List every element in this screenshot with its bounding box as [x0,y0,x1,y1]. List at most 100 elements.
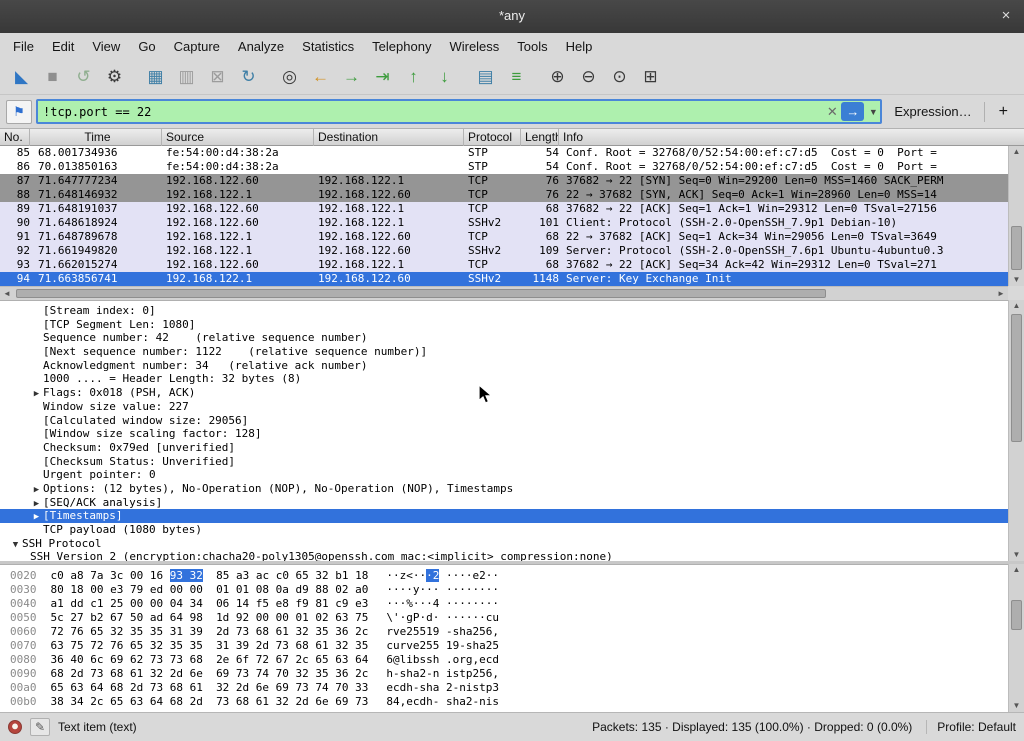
column-header-no[interactable]: No. [0,129,30,146]
scroll-left-icon[interactable]: ◄ [0,287,14,301]
hex-row-0030[interactable]: 003080 18 00 e3 79 ed 00 00 01 01 08 0a … [0,583,1008,597]
packet-list-scrollbar[interactable]: ▲ ▼ [1008,146,1024,286]
go-first-packet-button[interactable]: ↑ [398,63,429,91]
packet-row-90[interactable]: 9071.648618924192.168.122.60192.168.122.… [0,216,1008,230]
detail-line-0[interactable]: [Stream index: 0] [0,304,1008,318]
start-capture-button[interactable]: ◣ [6,63,37,91]
hex-row-0050[interactable]: 00505c 27 b2 67 50 ad 64 98 1d 92 00 00 … [0,611,1008,625]
menu-item-help[interactable]: Help [557,35,602,58]
hscroll-thumb[interactable] [16,289,826,298]
go-forward-button[interactable]: → [336,63,367,91]
detail-line-7[interactable]: Window size value: 227 [0,400,1008,414]
go-back-button[interactable]: ← [305,63,336,91]
detail-line-16[interactable]: TCP payload (1080 bytes) [0,523,1008,537]
expression-button[interactable]: Expression… [886,104,979,119]
details-scrollbar[interactable]: ▲ ▼ [1008,300,1024,561]
column-header-length[interactable]: Length [521,129,559,146]
resize-columns-button[interactable]: ⊞ [635,63,666,91]
packet-list-scroll-thumb[interactable] [1011,226,1022,270]
go-to-packet-button[interactable]: ⇥ [367,63,398,91]
detail-line-9[interactable]: [Window size scaling factor: 128] [0,427,1008,441]
packet-list-hscrollbar[interactable]: ◄ ► [0,286,1008,300]
detail-line-1[interactable]: [TCP Segment Len: 1080] [0,318,1008,332]
packet-row-92[interactable]: 9271.661949820192.168.122.1192.168.122.6… [0,244,1008,258]
save-file-button[interactable]: ▥ [171,63,202,91]
detail-line-12[interactable]: Urgent pointer: 0 [0,468,1008,482]
hex-row-0020[interactable]: 0020c0 a8 7a 3c 00 16 93 32 85 a3 ac c0 … [0,569,1008,583]
detail-line-6[interactable]: ▶Flags: 0x018 (PSH, ACK) [0,386,1008,400]
menu-item-telephony[interactable]: Telephony [363,35,440,58]
packet-row-89[interactable]: 8971.648191037192.168.122.60192.168.122.… [0,202,1008,216]
packet-row-85[interactable]: 8568.001734936fe:54:00:d4:38:2aSTP54Conf… [0,146,1008,160]
detail-line-2[interactable]: Sequence number: 42 (relative sequence n… [0,331,1008,345]
reload-file-button[interactable]: ↻ [233,63,264,91]
packet-row-86[interactable]: 8670.013850163fe:54:00:d4:38:2aSTP54Conf… [0,160,1008,174]
filter-bookmark-button[interactable]: ⚑ [6,100,32,124]
scroll-up-icon[interactable]: ▲ [1009,300,1024,312]
details-scroll-thumb[interactable] [1011,314,1022,442]
scroll-down-icon[interactable]: ▼ [1009,700,1024,712]
expand-arrow-icon[interactable]: ▶ [30,388,43,400]
zoom-reset-button[interactable]: ⊙ [604,63,635,91]
display-filter-input[interactable] [38,105,823,119]
zoom-out-button[interactable]: ⊖ [573,63,604,91]
menu-item-wireless[interactable]: Wireless [440,35,508,58]
packet-row-93[interactable]: 9371.662015274192.168.122.60192.168.122.… [0,258,1008,272]
hex-row-0090[interactable]: 009068 2d 73 68 61 32 2d 6e 69 73 74 70 … [0,667,1008,681]
detail-line-3[interactable]: [Next sequence number: 1122 (relative se… [0,345,1008,359]
expert-info-icon[interactable] [8,720,22,734]
hex-row-0060[interactable]: 006072 76 65 32 35 35 31 39 2d 73 68 61 … [0,625,1008,639]
expand-arrow-icon[interactable]: ▶ [30,511,43,523]
auto-scroll-button[interactable]: ≡ [501,63,532,91]
menu-item-view[interactable]: View [83,35,129,58]
capture-options-button[interactable]: ⚙ [99,63,130,91]
detail-line-10[interactable]: Checksum: 0x79ed [unverified] [0,441,1008,455]
expand-arrow-icon[interactable]: ▶ [30,484,43,496]
detail-line-14[interactable]: ▶[SEQ/ACK analysis] [0,496,1008,510]
hex-row-00b0[interactable]: 00b038 34 2c 65 63 64 68 2d 73 68 61 32 … [0,695,1008,709]
close-file-button[interactable]: ⊠ [202,63,233,91]
detail-line-4[interactable]: Acknowledgment number: 34 (relative ack … [0,359,1008,373]
profile-status[interactable]: Profile: Default [926,720,1016,734]
collapse-arrow-icon[interactable]: ▼ [9,539,22,551]
go-last-packet-button[interactable]: ↓ [429,63,460,91]
scroll-right-icon[interactable]: ► [994,287,1008,301]
column-header-source[interactable]: Source [162,129,314,146]
apply-filter-button[interactable]: → [841,102,864,121]
detail-line-5[interactable]: 1000 .... = Header Length: 32 bytes (8) [0,372,1008,386]
column-header-destination[interactable]: Destination [314,129,464,146]
restart-capture-button[interactable]: ↺ [68,63,99,91]
capture-comment-pencil-icon[interactable]: ✎ [30,718,50,736]
packet-row-87[interactable]: 8771.647777234192.168.122.60192.168.122.… [0,174,1008,188]
detail-line-15[interactable]: ▶[Timestamps] [0,509,1008,523]
menu-item-edit[interactable]: Edit [43,35,83,58]
column-header-time[interactable]: Time [30,129,162,146]
hex-row-00a0[interactable]: 00a065 63 64 68 2d 73 68 61 32 2d 6e 69 … [0,681,1008,695]
find-packet-button[interactable]: ◎ [274,63,305,91]
menu-item-file[interactable]: File [4,35,43,58]
stop-capture-button[interactable]: ■ [37,63,68,91]
add-filter-button[interactable]: + [989,103,1018,121]
packet-row-91[interactable]: 9171.648789678192.168.122.1192.168.122.6… [0,230,1008,244]
column-header-protocol[interactable]: Protocol [464,129,521,146]
menu-item-tools[interactable]: Tools [508,35,556,58]
column-header-info[interactable]: Info [559,129,1024,146]
clear-filter-icon[interactable]: ✕ [823,104,841,120]
packet-row-94[interactable]: 9471.663856741192.168.122.1192.168.122.6… [0,272,1008,286]
detail-line-17[interactable]: ▼SSH Protocol [0,537,1008,551]
scroll-up-icon[interactable]: ▲ [1009,564,1024,576]
colorize-packets-button[interactable]: ▤ [470,63,501,91]
packet-row-88[interactable]: 8871.648146932192.168.122.1192.168.122.6… [0,188,1008,202]
hex-row-0040[interactable]: 0040a1 dd c1 25 00 00 04 34 06 14 f5 e8 … [0,597,1008,611]
menu-item-go[interactable]: Go [129,35,164,58]
expand-arrow-icon[interactable]: ▶ [30,498,43,510]
detail-line-18[interactable]: SSH Version 2 (encryption:chacha20-poly1… [0,550,1008,561]
scroll-up-icon[interactable]: ▲ [1009,146,1024,158]
open-file-button[interactable]: ▦ [140,63,171,91]
detail-line-13[interactable]: ▶Options: (12 bytes), No-Operation (NOP)… [0,482,1008,496]
detail-line-8[interactable]: [Calculated window size: 29056] [0,414,1008,428]
scroll-down-icon[interactable]: ▼ [1009,274,1024,286]
menu-item-analyze[interactable]: Analyze [229,35,293,58]
menu-item-statistics[interactable]: Statistics [293,35,363,58]
zoom-in-button[interactable]: ⊕ [542,63,573,91]
